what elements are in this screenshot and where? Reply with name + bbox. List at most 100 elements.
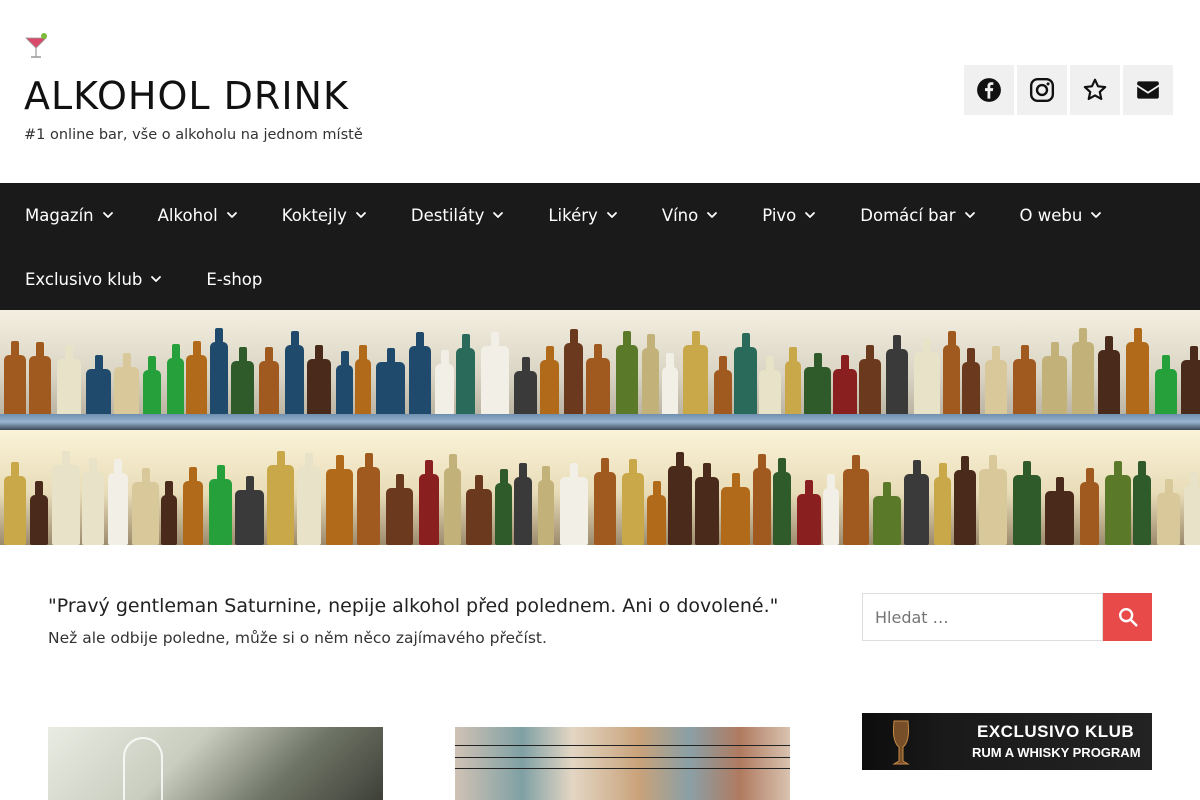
banner-title: EXCLUSIVO KLUB <box>977 722 1135 741</box>
nav-item-magazín[interactable]: Magazín <box>0 206 114 225</box>
bottle-image <box>376 347 405 418</box>
nav-item-koktejly[interactable]: Koktejly <box>257 206 367 225</box>
site-header: ALKOHOL DRINK #1 online bar, vše o alkoh… <box>0 0 1200 183</box>
bottle-image <box>1013 461 1041 545</box>
bottle-image <box>773 458 791 545</box>
bottle-image <box>456 334 475 418</box>
street-wire <box>455 768 790 769</box>
search-form <box>862 593 1152 641</box>
bottle-image <box>161 480 177 545</box>
bottle-image <box>1042 342 1067 418</box>
bottle-image <box>622 459 644 545</box>
bottle-image <box>386 473 413 545</box>
bottle-image <box>1098 336 1120 418</box>
bottle-image <box>167 344 184 418</box>
bottle-image <box>186 340 207 418</box>
street-wire <box>455 745 790 746</box>
bottle-image <box>1045 477 1074 545</box>
bottle-image <box>409 332 431 418</box>
nav-item-víno[interactable]: Víno <box>637 206 718 225</box>
email-button[interactable] <box>1123 65 1173 115</box>
chevron-down-icon <box>102 209 114 221</box>
social-links <box>964 65 1173 115</box>
bottle-image <box>934 462 951 545</box>
bottle-image <box>1080 468 1099 545</box>
chevron-down-icon <box>804 209 816 221</box>
nav-item-exclusivo-klub[interactable]: Exclusivo klub <box>0 270 162 289</box>
bottle-image <box>259 346 279 418</box>
chevron-down-icon <box>355 209 367 221</box>
bottle-image <box>668 451 692 545</box>
post-thumbnail[interactable] <box>455 727 790 800</box>
instagram-button[interactable] <box>1017 65 1067 115</box>
bottle-image <box>785 346 801 418</box>
chevron-down-icon <box>226 209 238 221</box>
search-icon <box>1118 608 1138 627</box>
intro-subtext: Než ale odbije poledne, může si o něm ně… <box>48 629 547 647</box>
bottle-image <box>514 356 537 418</box>
nav-item-likéry[interactable]: Likéry <box>523 206 617 225</box>
bottle-image <box>886 335 908 418</box>
chevron-down-icon <box>606 209 618 221</box>
bottle-image <box>1072 328 1094 418</box>
bottle-image <box>4 340 26 418</box>
bottle-image <box>662 352 678 418</box>
bottle-image <box>914 338 940 418</box>
nav-item-domácí-bar[interactable]: Domácí bar <box>835 206 975 225</box>
bottle-image <box>594 458 616 545</box>
bottle-image <box>647 481 666 545</box>
bottle-image <box>419 459 439 545</box>
bottle-image <box>962 348 980 418</box>
bottle-image <box>435 350 454 418</box>
chevron-down-icon <box>492 209 504 221</box>
cocktail-glass-icon[interactable] <box>24 32 48 60</box>
nav-item-label: Exclusivo klub <box>25 269 143 289</box>
search-button[interactable] <box>1103 593 1152 641</box>
nav-item-pivo[interactable]: Pivo <box>737 206 816 225</box>
exclusivo-klub-banner[interactable]: EXCLUSIVO KLUB RUM A WHISKY PROGRAM <box>862 713 1152 770</box>
chevron-down-icon <box>706 209 718 221</box>
nav-item-label: Likéry <box>548 205 598 225</box>
bottle-image <box>560 462 588 545</box>
bottle-image <box>642 333 659 418</box>
bottle-image <box>30 480 48 545</box>
nav-item-label: Alkohol <box>157 205 218 225</box>
instagram-icon <box>1029 77 1055 103</box>
wine-glass-image <box>123 737 163 800</box>
bottle-image <box>4 461 26 545</box>
bottle-image <box>1105 460 1131 545</box>
bottle-image <box>843 454 869 545</box>
star-button[interactable] <box>1070 65 1120 115</box>
nav-item-label: E-shop <box>206 269 263 289</box>
envelope-icon <box>1137 81 1159 99</box>
chevron-down-icon <box>150 273 162 285</box>
bottle-image <box>721 473 750 545</box>
bottle-image <box>683 331 708 418</box>
bottle-image <box>210 327 228 418</box>
bottle-image <box>444 453 461 545</box>
nav-item-destiláty[interactable]: Destiláty <box>386 206 504 225</box>
bottle-image <box>297 453 321 545</box>
search-input[interactable] <box>862 593 1103 641</box>
whisky-glass-icon <box>892 720 910 765</box>
nav-item-o-webu[interactable]: O webu <box>995 206 1103 225</box>
bottle-image <box>1184 472 1200 545</box>
facebook-button[interactable] <box>964 65 1014 115</box>
nav-item-alkohol[interactable]: Alkohol <box>133 206 238 225</box>
bottle-image <box>540 345 559 418</box>
bottle-image <box>52 450 80 545</box>
bottle-image <box>1133 460 1151 545</box>
nav-row: Magazín Alkohol Koktejly Destiláty Likéry Vín… <box>0 183 1121 247</box>
post-thumbnail[interactable] <box>48 727 383 800</box>
site-title[interactable]: ALKOHOL DRINK <box>24 74 349 118</box>
street-wire <box>455 757 790 758</box>
bottle-image <box>57 345 81 418</box>
nav-item-e-shop[interactable]: E-shop <box>181 270 262 289</box>
bottle-image <box>114 352 139 418</box>
bottle-image <box>209 465 232 545</box>
bottle-image <box>336 350 353 418</box>
bottle-image <box>143 355 161 418</box>
upper-shelf <box>0 310 1200 418</box>
bottle-image <box>231 347 254 418</box>
bottle-image <box>695 463 719 545</box>
